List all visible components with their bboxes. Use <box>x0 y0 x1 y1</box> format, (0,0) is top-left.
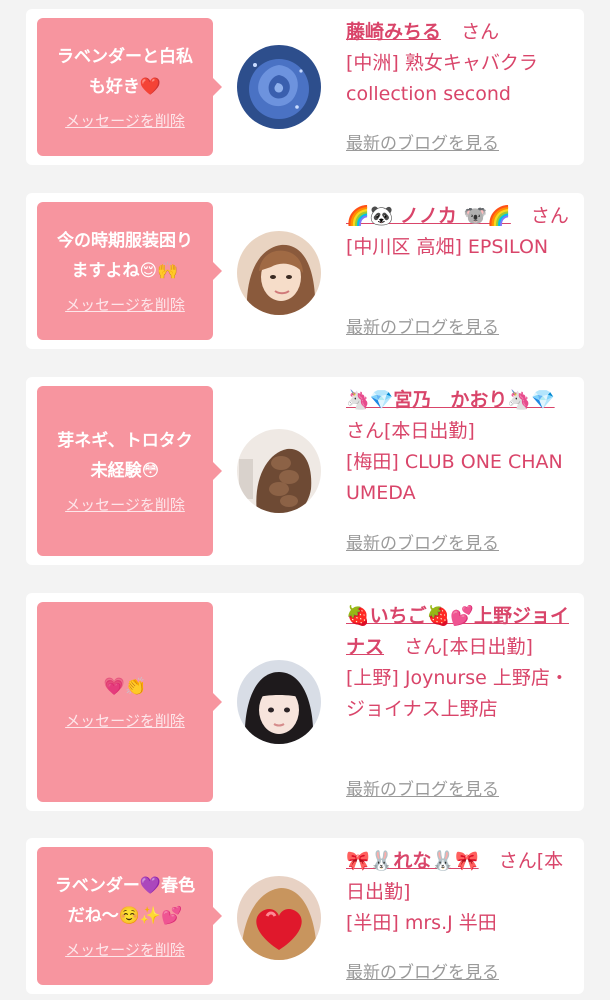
avatar[interactable] <box>237 660 321 744</box>
honorific: さん[本日出勤] <box>346 420 475 442</box>
avatar[interactable] <box>237 231 321 315</box>
cast-name-link[interactable]: 🎀🐰れな🐰🎀 <box>346 850 479 872</box>
message-bubble: ラベンダー💜春色 だね〜☺️✨💕 メッセージを削除 <box>37 847 222 985</box>
shop-name: [中洲] 熟女キャバクラ collection second <box>346 52 538 105</box>
cast-name-link[interactable]: 藤崎みちる <box>346 21 441 43</box>
list-item: 今の時期服装困り ますよね😌🙌 メッセージを削除 🌈🐼 ノノカ 🐨🌈 さん [中… <box>26 193 584 349</box>
delete-message-link[interactable]: メッセージを削除 <box>65 494 185 516</box>
avatar[interactable] <box>237 429 321 513</box>
cast-name-link[interactable]: 🦄💎宮乃 かおり🦄💎 <box>346 389 555 411</box>
message-feed: ラベンダーと白私 も好き❤️ メッセージを削除 藤崎みちる さん [中洲] 熟女… <box>0 0 610 1000</box>
honorific: さん[本日出勤] <box>404 636 533 658</box>
delete-message-link[interactable]: メッセージを削除 <box>65 110 185 132</box>
latest-blog-link[interactable]: 最新のブログを見る <box>346 313 499 338</box>
shop-name: [半田] mrs.J 半田 <box>346 912 497 934</box>
cast-info: 🎀🐰れな🐰🎀 さん[本日出勤] [半田] mrs.J 半田 <box>346 846 576 939</box>
cast-info: 🦄💎宮乃 かおり🦄💎 さん[本日出勤] [梅田] CLUB ONE CHAN U… <box>346 385 576 509</box>
honorific: さん <box>461 21 500 43</box>
message-bubble: ラベンダーと白私 も好き❤️ メッセージを削除 <box>37 18 222 156</box>
message-text: 今の時期服装困り ますよね😌🙌 <box>57 231 193 281</box>
heart-photo-image <box>237 876 321 960</box>
latest-blog-link[interactable]: 最新のブログを見る <box>346 958 499 983</box>
cast-info: 🍓いちご🍓💕上野ジョイナス さん[本日出勤] [上野] Joynurse 上野店… <box>346 601 576 725</box>
message-text: 芽ネギ、トロタク 未経験😳 <box>57 431 193 481</box>
blue-rose-image <box>237 45 321 129</box>
list-item: 💗👏 メッセージを削除 🍓いちご🍓💕上野ジョイナス さん[本日出勤] [上野] … <box>26 593 584 811</box>
woman-selfie-image <box>237 231 321 315</box>
delete-message-link[interactable]: メッセージを削除 <box>65 710 185 732</box>
honorific: さん <box>530 205 569 227</box>
delete-message-link[interactable]: メッセージを削除 <box>65 294 185 316</box>
cast-info: 🌈🐼 ノノカ 🐨🌈 さん [中川区 高畑] EPSILON <box>346 201 576 263</box>
cast-name-link[interactable]: 🌈🐼 ノノカ 🐨🌈 <box>346 205 511 227</box>
message-bubble: 💗👏 メッセージを削除 <box>37 602 222 802</box>
latest-blog-link[interactable]: 最新のブログを見る <box>346 775 499 800</box>
message-text: 💗👏 <box>103 677 147 697</box>
woman-bangs-image <box>237 660 321 744</box>
list-item: 芽ネギ、トロタク 未経験😳 メッセージを削除 🦄💎宮乃 かおり🦄💎 さん[本日出… <box>26 377 584 565</box>
avatar[interactable] <box>237 45 321 129</box>
list-item: ラベンダーと白私 も好き❤️ メッセージを削除 藤崎みちる さん [中洲] 熟女… <box>26 9 584 165</box>
braided-hair-image <box>237 429 321 513</box>
message-bubble: 芽ネギ、トロタク 未経験😳 メッセージを削除 <box>37 386 222 556</box>
delete-message-link[interactable]: メッセージを削除 <box>65 939 185 961</box>
message-text: ラベンダー💜春色 だね〜☺️✨💕 <box>54 876 196 926</box>
shop-name: [中川区 高畑] EPSILON <box>346 236 549 258</box>
cast-info: 藤崎みちる さん [中洲] 熟女キャバクラ collection second <box>346 17 576 110</box>
message-text: ラベンダーと白私 も好き❤️ <box>57 47 193 97</box>
message-bubble: 今の時期服装困り ますよね😌🙌 メッセージを削除 <box>37 202 222 340</box>
latest-blog-link[interactable]: 最新のブログを見る <box>346 529 499 554</box>
latest-blog-link[interactable]: 最新のブログを見る <box>346 129 499 154</box>
list-item: ラベンダー💜春色 だね〜☺️✨💕 メッセージを削除 🎀🐰れな🐰🎀 さん[本日出勤… <box>26 838 584 994</box>
shop-name: [上野] Joynurse 上野店・ジョイナス上野店 <box>346 667 569 720</box>
avatar[interactable] <box>237 876 321 960</box>
shop-name: [梅田] CLUB ONE CHAN UMEDA <box>346 451 563 504</box>
